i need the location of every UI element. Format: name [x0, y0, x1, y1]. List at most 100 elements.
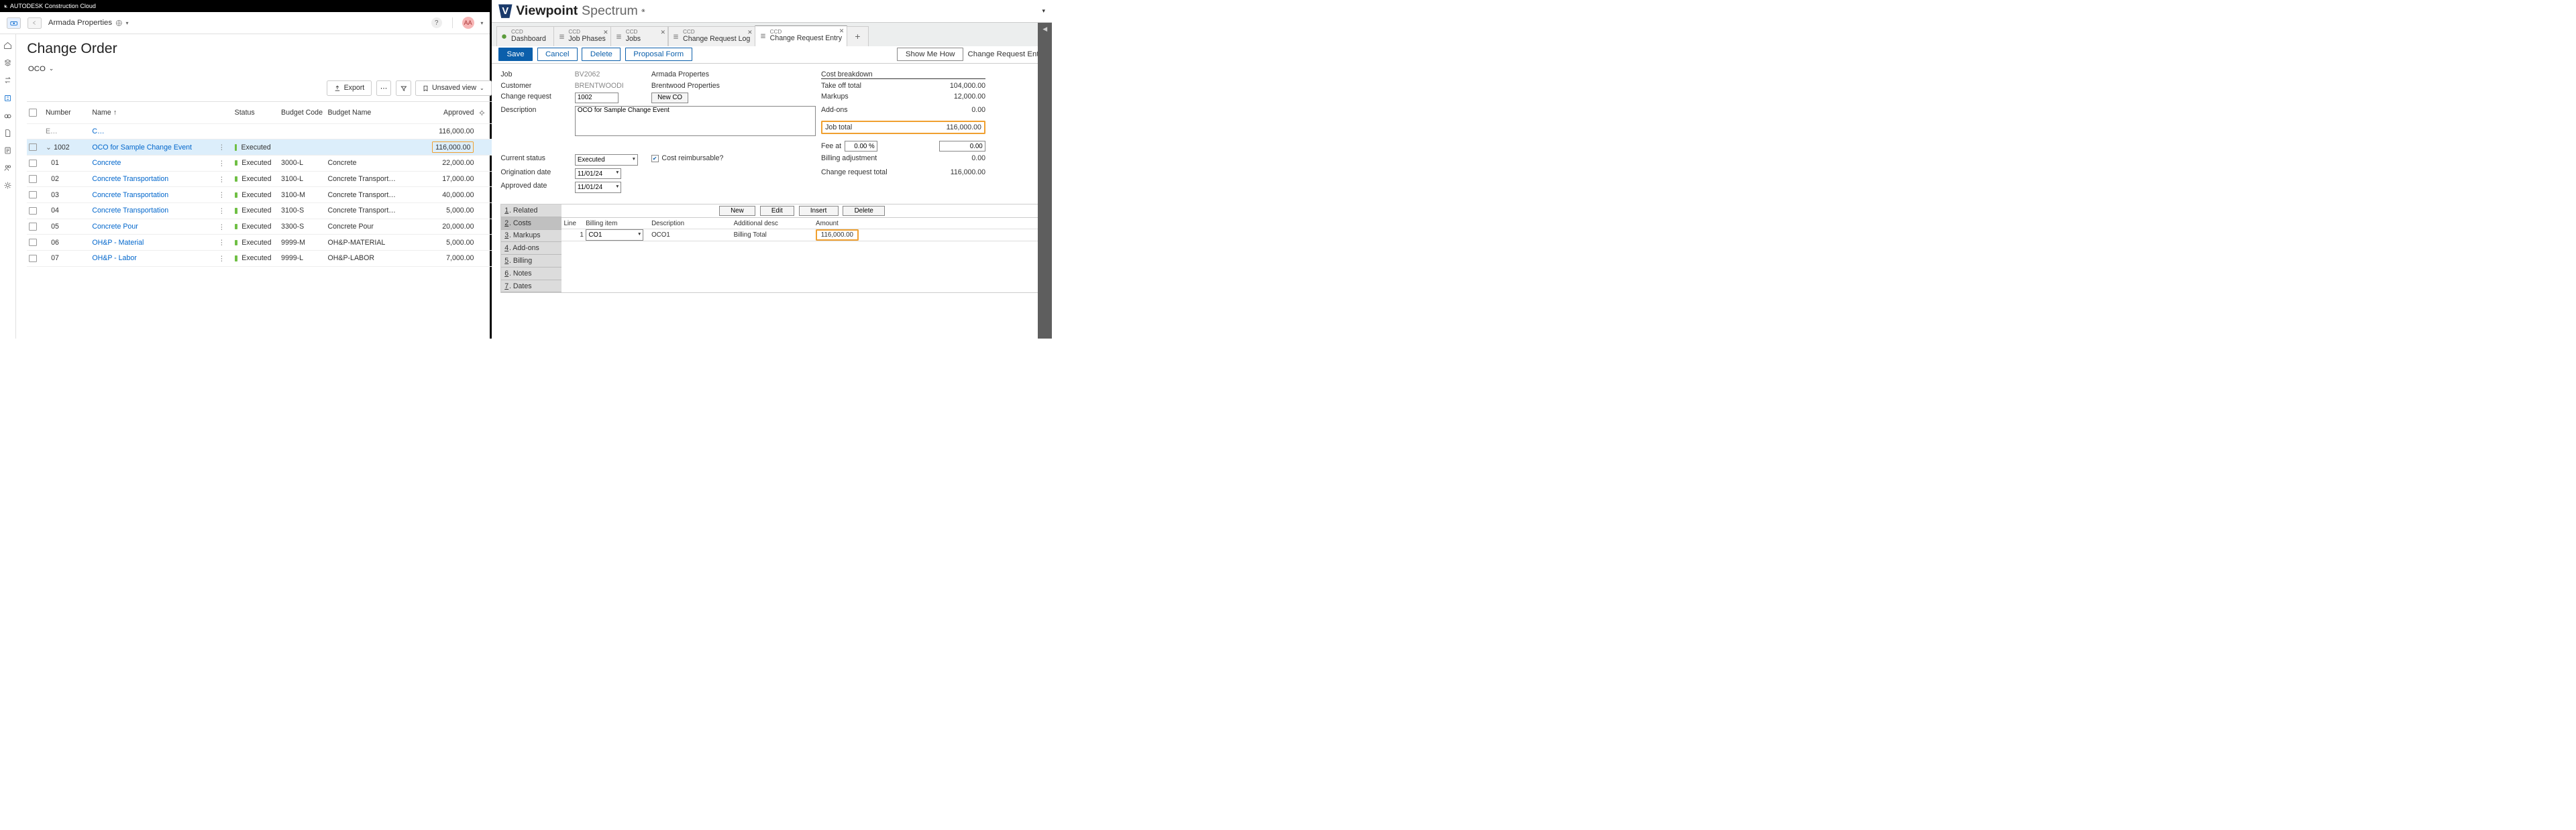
billing-item-input[interactable]: [586, 229, 643, 240]
save-button[interactable]: Save: [498, 48, 533, 61]
table-row[interactable]: 06 OH&P - Material ⋮ Executed 9999-M OH&…: [27, 235, 491, 251]
project-switcher-button[interactable]: [7, 17, 21, 29]
table-row[interactable]: 07 OH&P - Labor ⋮ Executed 9999-L OH&P-L…: [27, 251, 491, 267]
row-name-link[interactable]: Concrete Transportation: [92, 206, 168, 215]
table-row[interactable]: 01 Concrete ⋮ Executed 3000-L Concrete 2…: [27, 156, 491, 172]
nav-exchange[interactable]: [0, 73, 15, 88]
col-approved[interactable]: Approved: [424, 107, 476, 117]
nav-members[interactable]: [0, 160, 15, 176]
nav-files[interactable]: [0, 125, 15, 141]
row-menu-icon[interactable]: ⋮: [218, 143, 225, 152]
export-button[interactable]: Export: [327, 80, 372, 96]
row-menu-icon[interactable]: ⋮: [218, 223, 225, 231]
row-menu-icon[interactable]: ⋮: [218, 254, 225, 263]
cancel-button[interactable]: Cancel: [537, 48, 578, 61]
table-row[interactable]: 03 Concrete Transportation ⋮ Executed 31…: [27, 187, 491, 203]
select-all-checkbox[interactable]: [29, 109, 36, 116]
row-name-link[interactable]: OCO for Sample Change Event: [92, 143, 192, 152]
close-icon[interactable]: ✕: [839, 27, 845, 35]
row-checkbox[interactable]: [29, 143, 36, 151]
row-checkbox[interactable]: [29, 223, 36, 230]
menu-caret-icon[interactable]: ▾: [1042, 7, 1046, 15]
vp-side-strip[interactable]: ◀: [1038, 23, 1051, 339]
proposal-form-button[interactable]: Proposal Form: [625, 48, 692, 61]
nav-insight[interactable]: [0, 108, 15, 123]
row-checkbox[interactable]: [29, 207, 36, 215]
tab-job-phases[interactable]: CCDJob Phases ✕: [553, 26, 611, 46]
row-menu-icon[interactable]: ⋮: [218, 159, 225, 168]
table-row[interactable]: 02 Concrete Transportation ⋮ Executed 31…: [27, 172, 491, 188]
sub-delete-button[interactable]: Delete: [843, 206, 885, 216]
row-checkbox[interactable]: [29, 255, 36, 262]
sub-edit-button[interactable]: Edit: [760, 206, 795, 216]
row-menu-icon[interactable]: ⋮: [218, 206, 225, 215]
row-name-link[interactable]: Concrete: [92, 159, 121, 167]
more-button[interactable]: ⋯: [376, 80, 392, 96]
fee-amt-input[interactable]: [939, 141, 985, 152]
sub-new-button[interactable]: New: [719, 206, 755, 216]
row-name-link[interactable]: Concrete Transportation: [92, 191, 168, 199]
summary-link[interactable]: C…: [92, 127, 104, 135]
filter-button[interactable]: [396, 80, 411, 96]
appr-date-input[interactable]: [575, 182, 621, 192]
show-me-how-button[interactable]: Show Me How: [897, 48, 963, 61]
col-budget-name[interactable]: Budget Name: [325, 107, 424, 117]
sub-insert-button[interactable]: Insert: [799, 206, 839, 216]
nav-docs[interactable]: [0, 55, 15, 70]
gear-icon[interactable]: [478, 109, 486, 117]
tab-dashboard[interactable]: CCDDashboard: [496, 26, 554, 46]
row-name-link[interactable]: OH&P - Material: [92, 239, 144, 247]
sub-tab-notes[interactable]: 6. Notes: [501, 268, 561, 280]
col-budget-code[interactable]: Budget Code: [279, 107, 325, 117]
sub-grid-row[interactable]: 1 OCO1 Billing Total 116,000.00: [561, 229, 1042, 241]
tab-change-request-log[interactable]: CCDChange Request Log ✕: [668, 26, 755, 46]
col-name[interactable]: Name↑: [90, 107, 216, 117]
type-selector[interactable]: OCO ⌄: [27, 62, 491, 75]
table-row[interactable]: 05 Concrete Pour ⋮ Executed 3300-S Concr…: [27, 219, 491, 235]
row-menu-icon[interactable]: ⋮: [218, 190, 225, 199]
row-checkbox[interactable]: [29, 160, 36, 167]
col-status[interactable]: Status: [232, 107, 278, 117]
new-tab-button[interactable]: +: [847, 26, 869, 46]
nav-cost[interactable]: [0, 91, 15, 106]
row-checkbox[interactable]: [29, 175, 36, 182]
cost-reimbursable-checkbox[interactable]: ✔: [651, 155, 659, 162]
back-button[interactable]: [28, 17, 42, 29]
close-icon[interactable]: ✕: [660, 29, 665, 36]
desc-input[interactable]: OCO for Sample Change Event: [575, 106, 816, 136]
tab-jobs[interactable]: CCDJobs ✕: [610, 26, 668, 46]
new-co-button[interactable]: New CO: [651, 93, 688, 103]
table-row[interactable]: 04 Concrete Transportation ⋮ Executed 31…: [27, 203, 491, 219]
sub-tab-costs[interactable]: 2. Costs: [501, 217, 561, 230]
sub-tab-add-ons[interactable]: 4. Add-ons: [501, 242, 561, 255]
sub-tab-dates[interactable]: 7. Dates: [501, 280, 561, 293]
row-checkbox[interactable]: [29, 191, 36, 198]
cr-input[interactable]: [575, 93, 619, 103]
row-checkbox[interactable]: [29, 239, 36, 246]
row-menu-icon[interactable]: ⋮: [218, 175, 225, 184]
col-number[interactable]: Number: [44, 107, 90, 117]
nav-settings[interactable]: [0, 178, 15, 193]
expand-icon[interactable]: ⌄: [46, 143, 52, 152]
status-select[interactable]: Executed: [575, 154, 638, 165]
breadcrumb[interactable]: Armada Properties ▾: [48, 19, 129, 27]
close-icon[interactable]: ✕: [603, 29, 608, 36]
orig-date-input[interactable]: [575, 168, 621, 179]
table-row[interactable]: ⌄ 1002 OCO for Sample Change Event ⋮ Exe…: [27, 139, 491, 156]
sub-tab-markups[interactable]: 3. Markups: [501, 230, 561, 243]
row-name-link[interactable]: OH&P - Labor: [92, 254, 136, 262]
sub-tab-related[interactable]: 1. Related: [501, 204, 561, 217]
fee-pct-input[interactable]: [845, 141, 877, 152]
tab-change-request-entry[interactable]: CCDChange Request Entry ✕: [755, 25, 847, 46]
view-button[interactable]: Unsaved view ⌄: [415, 80, 491, 96]
help-button[interactable]: ?: [431, 17, 442, 28]
sub-tab-billing[interactable]: 5. Billing: [501, 255, 561, 268]
row-name-link[interactable]: Concrete Pour: [92, 223, 138, 231]
nav-forms[interactable]: [0, 143, 15, 158]
avatar[interactable]: AA: [462, 17, 474, 29]
row-menu-icon[interactable]: ⋮: [218, 238, 225, 247]
row-name-link[interactable]: Concrete Transportation: [92, 175, 168, 183]
nav-home[interactable]: [0, 38, 15, 53]
delete-button[interactable]: Delete: [582, 48, 621, 61]
close-icon[interactable]: ✕: [747, 29, 753, 36]
